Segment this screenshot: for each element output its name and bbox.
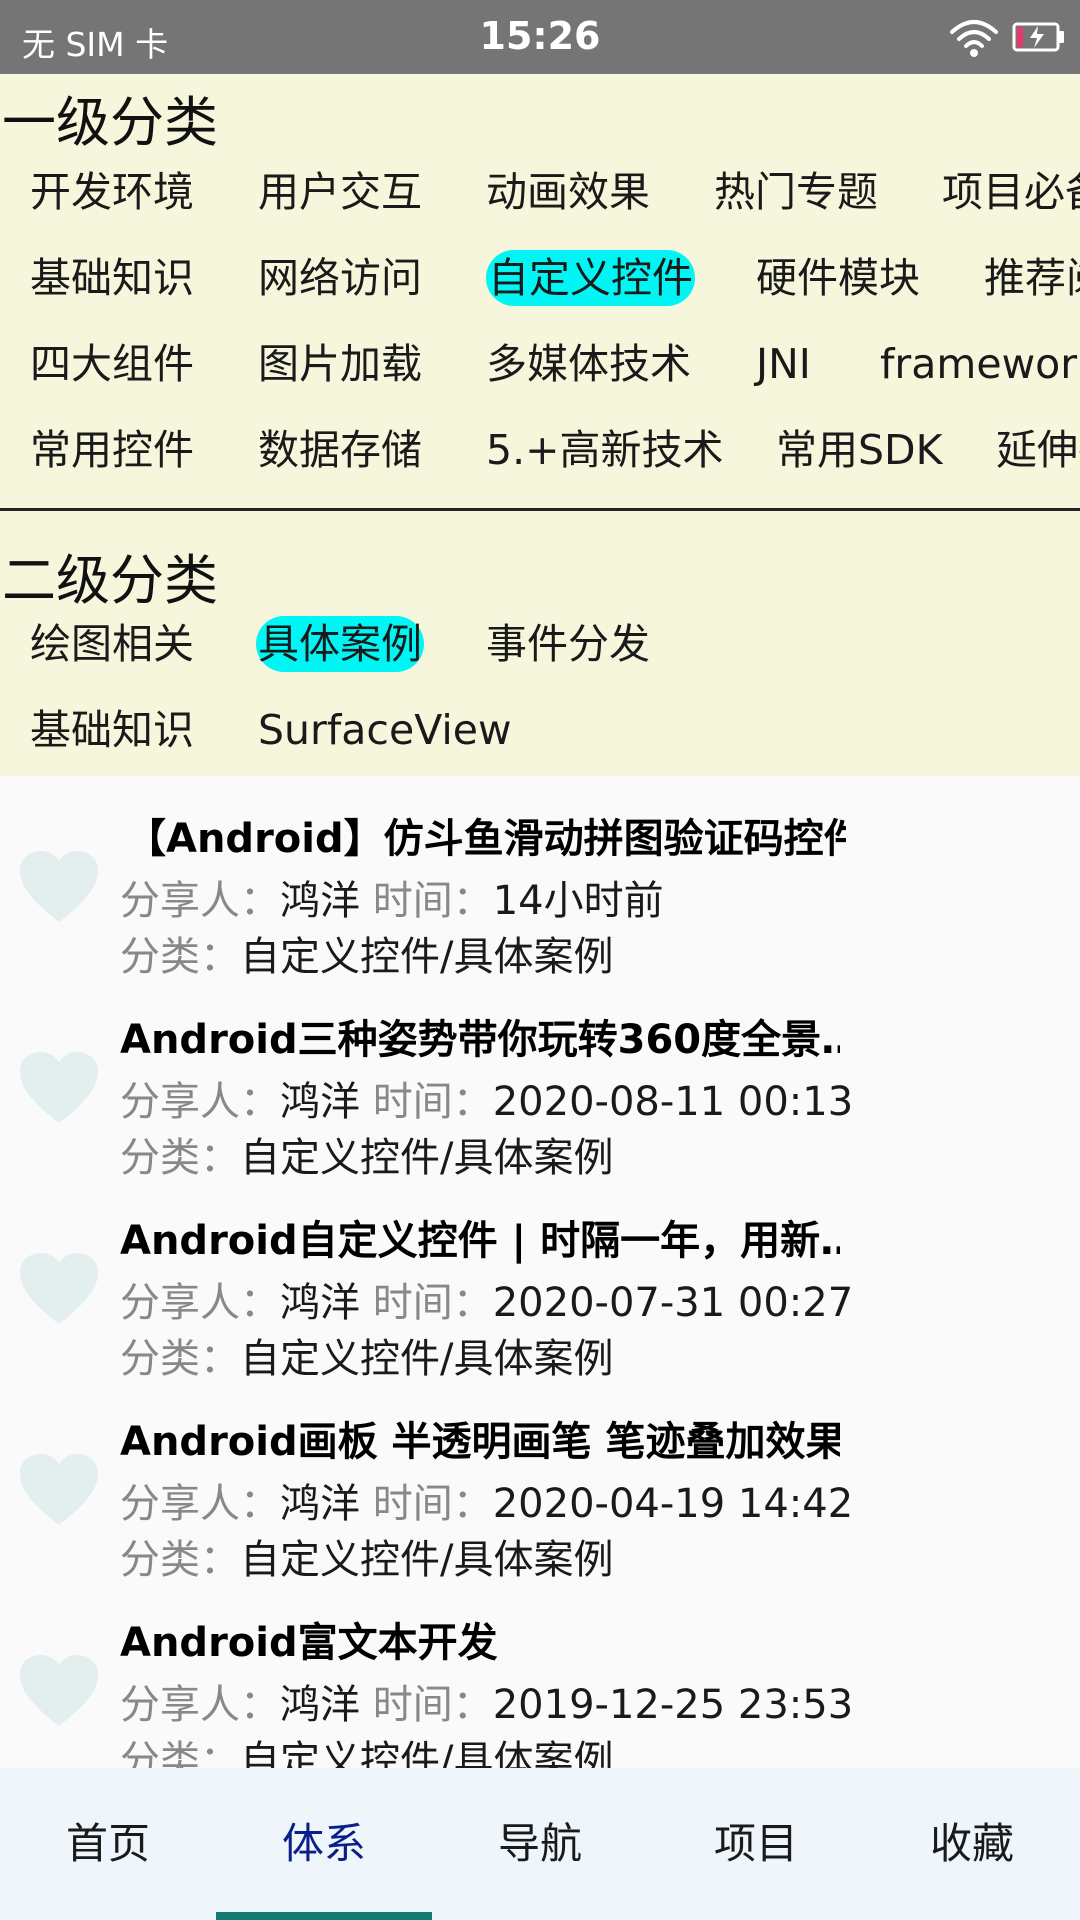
category-label: 分类： [120, 1336, 240, 1382]
category-label: 分类： [120, 1135, 240, 1181]
chip-l1[interactable]: 常用SDK [776, 422, 942, 478]
article-category: 自定义控件/具体案例 [240, 934, 614, 980]
chip-l1[interactable]: 基础知识 [30, 250, 194, 306]
article-time: 14小时前 [492, 878, 664, 924]
article-category: 自定义控件/具体案例 [240, 1738, 614, 1768]
nav-favorites[interactable]: 收藏 [864, 1768, 1080, 1920]
heart-icon[interactable] [18, 1252, 100, 1326]
article-author-line: 分享人：鸿洋 时间：2020-07-31 00:27 [120, 1270, 853, 1328]
chip-l1[interactable]: 常用控件 [30, 422, 194, 478]
article-author: 鸿洋 [280, 878, 360, 924]
time-label: 时间： [372, 878, 493, 924]
category-label: 分类： [120, 1738, 240, 1768]
article-title[interactable]: Android三种姿势带你玩转360度全景… [120, 1007, 840, 1065]
chip-l1[interactable]: 四大组件 [30, 336, 194, 392]
heart-icon[interactable] [18, 1051, 100, 1125]
chip-l1[interactable]: 开发环境 [30, 164, 194, 220]
sharer-label: 分享人： [120, 878, 280, 924]
category-label: 分类： [120, 934, 240, 980]
article-list[interactable]: 【Android】仿斗鱼滑动拼图验证码控件 分享人：鸿洋 时间：14小时前 分类… [0, 776, 1080, 1768]
article-author-line: 分享人：鸿洋 时间：2020-08-11 00:13 [120, 1069, 853, 1127]
chip-l1[interactable]: 用户交互 [258, 164, 422, 220]
time-label: 时间： [372, 1079, 493, 1125]
chip-l2[interactable]: SurfaceView [258, 702, 512, 758]
status-bar: 无 SIM 卡 15:26 [0, 0, 1080, 74]
heart-icon[interactable] [18, 1453, 100, 1527]
article-item[interactable]: 【Android】仿斗鱼滑动拼图验证码控件 分享人：鸿洋 时间：14小时前 分类… [0, 776, 1080, 980]
chip-l1[interactable]: 推荐阅读 [984, 250, 1080, 306]
nav-home[interactable]: 首页 [0, 1768, 216, 1920]
chip-l1[interactable]: 多媒体技术 [486, 336, 691, 392]
sharer-label: 分享人： [120, 1481, 280, 1527]
category-label: 分类： [120, 1537, 240, 1583]
chip-l1[interactable]: 动画效果 [486, 164, 650, 220]
article-item[interactable]: Android富文本开发 分享人：鸿洋 时间：2019-12-25 23:53 … [0, 1580, 1080, 1768]
nav-projects[interactable]: 项目 [648, 1768, 864, 1920]
article-author-line: 分享人：鸿洋 时间：2019-12-25 23:53 [120, 1672, 853, 1730]
chip-l1[interactable]: 网络访问 [258, 250, 422, 306]
chip-l1[interactable]: 图片加载 [258, 336, 422, 392]
bottom-nav: 首页 体系 导航 项目 收藏 [0, 1768, 1080, 1920]
time-label: 时间： [372, 1682, 493, 1728]
nav-active-indicator [216, 1912, 432, 1920]
chip-l1[interactable]: framework [880, 336, 1080, 392]
article-author: 鸿洋 [280, 1682, 360, 1728]
battery-charging-icon [1012, 22, 1064, 52]
nav-navigation[interactable]: 导航 [432, 1768, 648, 1920]
article-category: 自定义控件/具体案例 [240, 1537, 614, 1583]
chip-l2[interactable]: 基础知识 [30, 702, 194, 758]
article-category-line: 分类：自定义控件/具体案例 [120, 1527, 613, 1585]
article-author-line: 分享人：鸿洋 时间：14小时前 [120, 868, 664, 926]
article-category-line: 分类：自定义控件/具体案例 [120, 1125, 613, 1183]
article-author-line: 分享人：鸿洋 时间：2020-04-19 14:42 [120, 1471, 853, 1529]
level2-category-panel: 二级分类 绘图相关 具体案例 事件分发 基础知识 SurfaceView [0, 512, 1080, 776]
chip-l2-selected[interactable]: 具体案例 [256, 616, 424, 672]
chip-l1[interactable]: 延伸技术 [996, 422, 1080, 478]
article-title[interactable]: Android自定义控件 | 时隔一年，用新… [120, 1208, 840, 1266]
article-item[interactable]: Android自定义控件 | 时隔一年，用新… 分享人：鸿洋 时间：2020-0… [0, 1178, 1080, 1382]
nav-system[interactable]: 体系 [216, 1768, 432, 1920]
time-label: 时间： [372, 1280, 493, 1326]
chip-l1[interactable]: 数据存储 [258, 422, 422, 478]
time-label: 时间： [372, 1481, 493, 1527]
chip-l2[interactable]: 事件分发 [486, 616, 650, 672]
article-time: 2020-07-31 00:27 [492, 1280, 854, 1326]
chip-l1[interactable]: JNI [756, 336, 811, 392]
article-category-line: 分类：自定义控件/具体案例 [120, 1326, 613, 1384]
article-title[interactable]: 【Android】仿斗鱼滑动拼图验证码控件 [126, 806, 846, 864]
chip-l1[interactable]: 热门专题 [714, 164, 878, 220]
chip-l1[interactable]: 硬件模块 [756, 250, 920, 306]
chip-l1[interactable]: 项目必备 [942, 164, 1080, 220]
level2-title: 二级分类 [2, 549, 218, 612]
sharer-label: 分享人： [120, 1079, 280, 1125]
sharer-label: 分享人： [120, 1280, 280, 1326]
chip-l2[interactable]: 绘图相关 [30, 616, 194, 672]
clock: 15:26 [479, 14, 601, 58]
article-title[interactable]: Android富文本开发 [120, 1610, 498, 1668]
article-time: 2019-12-25 23:53 [492, 1682, 854, 1728]
article-category-line: 分类：自定义控件/具体案例 [120, 1728, 613, 1768]
wifi-icon [950, 20, 998, 57]
article-title[interactable]: Android画板 半透明画笔 笔迹叠加效果 [120, 1409, 840, 1467]
chip-l1[interactable]: 5.+高新技术 [486, 422, 723, 478]
article-time: 2020-04-19 14:42 [492, 1481, 854, 1527]
sharer-label: 分享人： [120, 1682, 280, 1728]
article-author: 鸿洋 [280, 1481, 360, 1527]
article-author: 鸿洋 [280, 1280, 360, 1326]
article-time: 2020-08-11 00:13 [492, 1079, 854, 1125]
article-author: 鸿洋 [280, 1079, 360, 1125]
heart-icon[interactable] [18, 850, 100, 924]
article-item[interactable]: Android画板 半透明画笔 笔迹叠加效果 分享人：鸿洋 时间：2020-04… [0, 1379, 1080, 1583]
level1-title: 一级分类 [2, 91, 218, 154]
article-item[interactable]: Android三种姿势带你玩转360度全景… 分享人：鸿洋 时间：2020-08… [0, 977, 1080, 1181]
heart-icon[interactable] [18, 1654, 100, 1728]
section-divider [0, 508, 1080, 511]
article-category-line: 分类：自定义控件/具体案例 [120, 924, 613, 982]
chip-l1-selected[interactable]: 自定义控件 [486, 250, 695, 306]
article-category: 自定义控件/具体案例 [240, 1135, 614, 1181]
article-category: 自定义控件/具体案例 [240, 1336, 614, 1382]
